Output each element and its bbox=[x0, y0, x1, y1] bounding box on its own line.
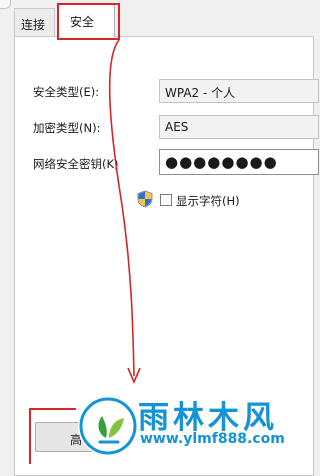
encryption-type-label: 加密类型(N): bbox=[33, 121, 101, 135]
show-characters-checkbox[interactable] bbox=[160, 194, 172, 206]
tab-connection[interactable]: 连接 bbox=[14, 8, 55, 36]
watermark-url: www.ylmf888.com bbox=[140, 431, 285, 447]
network-key-value: ●●●●●●●● bbox=[165, 153, 278, 171]
tab-connection-label: 连接 bbox=[21, 18, 46, 32]
network-key-label: 网络安全密钥(K) bbox=[33, 157, 119, 171]
security-type-select[interactable]: WPA2 - 个人 bbox=[159, 79, 319, 103]
tab-security[interactable]: 安全 bbox=[57, 4, 115, 37]
encryption-type-value: AES bbox=[165, 120, 189, 134]
show-characters-label: 显示字符(H) bbox=[176, 194, 240, 208]
watermark-logo bbox=[78, 396, 138, 456]
network-key-input[interactable]: ●●●●●●●● bbox=[159, 149, 319, 175]
security-type-value: WPA2 - 个人 bbox=[165, 86, 236, 100]
uac-shield-icon bbox=[137, 190, 153, 208]
tab-security-label: 安全 bbox=[70, 15, 95, 29]
security-type-label: 安全类型(E): bbox=[33, 85, 100, 99]
encryption-type-select[interactable]: AES bbox=[159, 115, 319, 139]
leaf-icon bbox=[79, 397, 137, 455]
